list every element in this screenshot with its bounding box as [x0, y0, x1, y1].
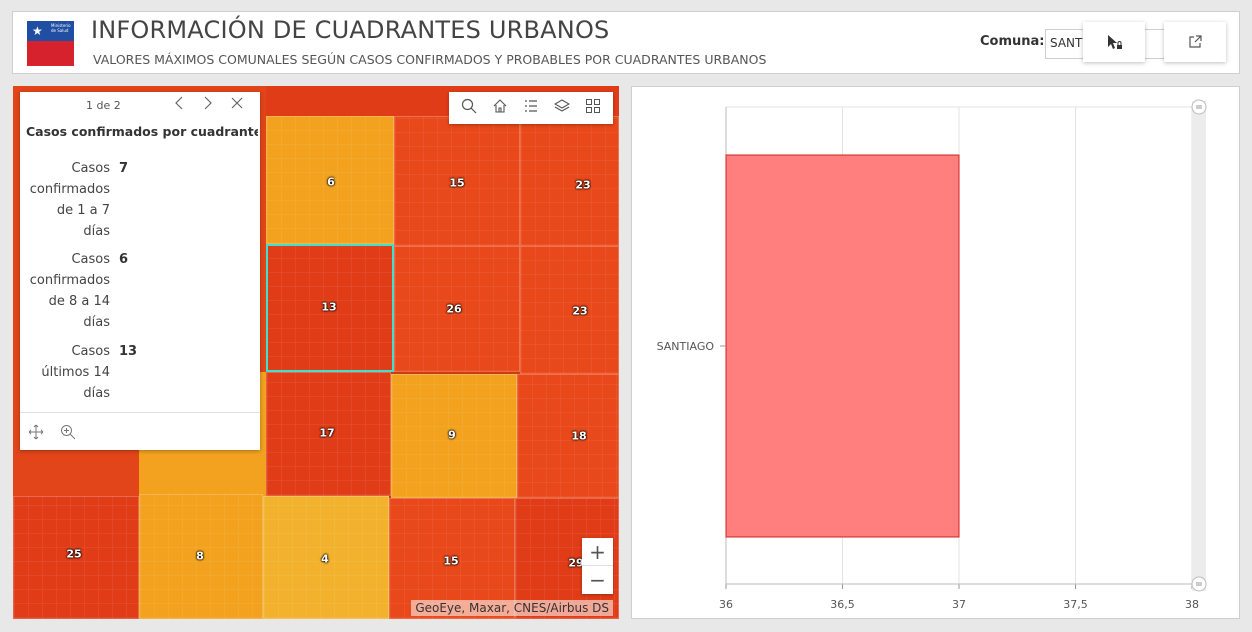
bar-chart: 36 36,5 37 37,5 38 SANTIAGO — [657, 99, 1207, 611]
map-quadrant[interactable] — [517, 374, 619, 498]
legend-list-icon — [524, 100, 537, 112]
quadrant-label: 23 — [572, 304, 588, 318]
quadrant-label: 17 — [319, 426, 335, 440]
quadrant-label: 18 — [571, 429, 587, 443]
field-label: Casos últimos 14 días — [41, 344, 110, 401]
field-value: 7 — [119, 161, 129, 176]
quadrant-label: 8 — [196, 549, 204, 563]
x-tick-label: 36 — [719, 598, 733, 611]
close-icon — [231, 97, 243, 109]
field-label: Casos confirmados de 1 a 7 días — [29, 161, 110, 239]
zoom-control: + − — [582, 538, 613, 594]
range-slider-handle-bottom[interactable] — [1191, 576, 1207, 592]
range-slider-track — [1192, 101, 1206, 591]
move-icon — [28, 424, 44, 440]
selected-quadrant-outline — [266, 244, 394, 372]
selection-tool-button[interactable] — [1083, 22, 1145, 62]
home-icon — [493, 99, 507, 113]
x-tick-label: 37,5 — [1063, 598, 1088, 611]
app-header: ★ Ministerio de Salud INFORMACIÓN DE CUA… — [12, 11, 1240, 74]
chevron-left-icon — [175, 96, 183, 110]
layers-button[interactable] — [554, 98, 571, 118]
zoom-out-button[interactable]: − — [582, 566, 613, 594]
logo-text: Ministerio de Salud — [51, 23, 71, 33]
zoom-to-button[interactable] — [60, 424, 76, 444]
chevron-right-icon — [204, 96, 212, 110]
quadrant-label: 15 — [449, 176, 465, 190]
quadrant-label: 23 — [575, 178, 591, 192]
quadrant-label: 6 — [327, 175, 335, 189]
range-slider-handle-top[interactable] — [1191, 99, 1207, 115]
zoom-in-button[interactable]: + — [582, 538, 613, 566]
pan-to-button[interactable] — [28, 424, 44, 444]
external-link-icon — [1189, 35, 1202, 48]
field-value: 13 — [119, 344, 138, 359]
bar-santiago — [725, 154, 960, 538]
next-feature-button[interactable] — [202, 96, 214, 114]
feature-popup: 1 de 2 Casos confirmados por cuadrante..… — [20, 92, 260, 450]
page-subtitle: VALORES MÁXIMOS COMUNALES SEGÚN CASOS CO… — [93, 52, 767, 67]
quadrant-label: 4 — [321, 552, 329, 566]
page-title: INFORMACIÓN DE CUADRANTES URBANOS — [91, 16, 610, 44]
x-tick-label: 37 — [952, 598, 966, 611]
search-icon — [461, 98, 477, 114]
popup-title: Casos confirmados por cuadrante... — [26, 124, 258, 139]
popup-footer — [20, 412, 260, 450]
field-label: Casos confirmados de 8 a 14 días — [29, 252, 110, 330]
x-tick-label: 38 — [1185, 598, 1199, 611]
home-button[interactable] — [492, 98, 508, 118]
open-external-button[interactable] — [1164, 22, 1226, 62]
close-popup-button[interactable] — [230, 96, 244, 114]
quadrant-label: 9 — [448, 428, 456, 442]
legend-button[interactable] — [523, 98, 539, 118]
map-background-cell — [266, 86, 394, 116]
search-button[interactable] — [461, 98, 477, 118]
comuna-label: Comuna: — [980, 34, 1045, 49]
map-quadrant[interactable] — [520, 116, 619, 246]
selection-cursor-icon — [1108, 35, 1122, 49]
zoom-in-icon — [61, 425, 76, 440]
field-value: 6 — [119, 252, 129, 267]
basemap-gallery-button[interactable] — [585, 98, 601, 118]
map-view[interactable]: 6 15 23 13 26 23 17 9 18 25 8 4 15 29 1 de 2 Casos co… — [13, 86, 619, 619]
popup-pager: 1 de 2 — [86, 99, 121, 112]
map-attribution: GeoEye, Maxar, CNES/Airbus DS — [411, 600, 613, 616]
layers-icon — [554, 99, 571, 112]
quadrant-label: 15 — [443, 554, 459, 568]
map-quadrant[interactable] — [520, 246, 619, 374]
map-toolbar — [449, 92, 613, 124]
quadrant-label: 26 — [446, 302, 462, 316]
ministerio-logo: ★ Ministerio de Salud — [27, 21, 74, 66]
x-tick-label: 36,5 — [830, 598, 855, 611]
chart-panel: 36 36,5 37 37,5 38 SANTIAGO — [631, 86, 1240, 619]
basemap-grid-icon — [586, 99, 601, 113]
popup-header: 1 de 2 — [20, 92, 260, 118]
category-label: SANTIAGO — [657, 340, 715, 353]
quadrant-label: 25 — [66, 547, 82, 561]
previous-feature-button[interactable] — [173, 96, 185, 114]
